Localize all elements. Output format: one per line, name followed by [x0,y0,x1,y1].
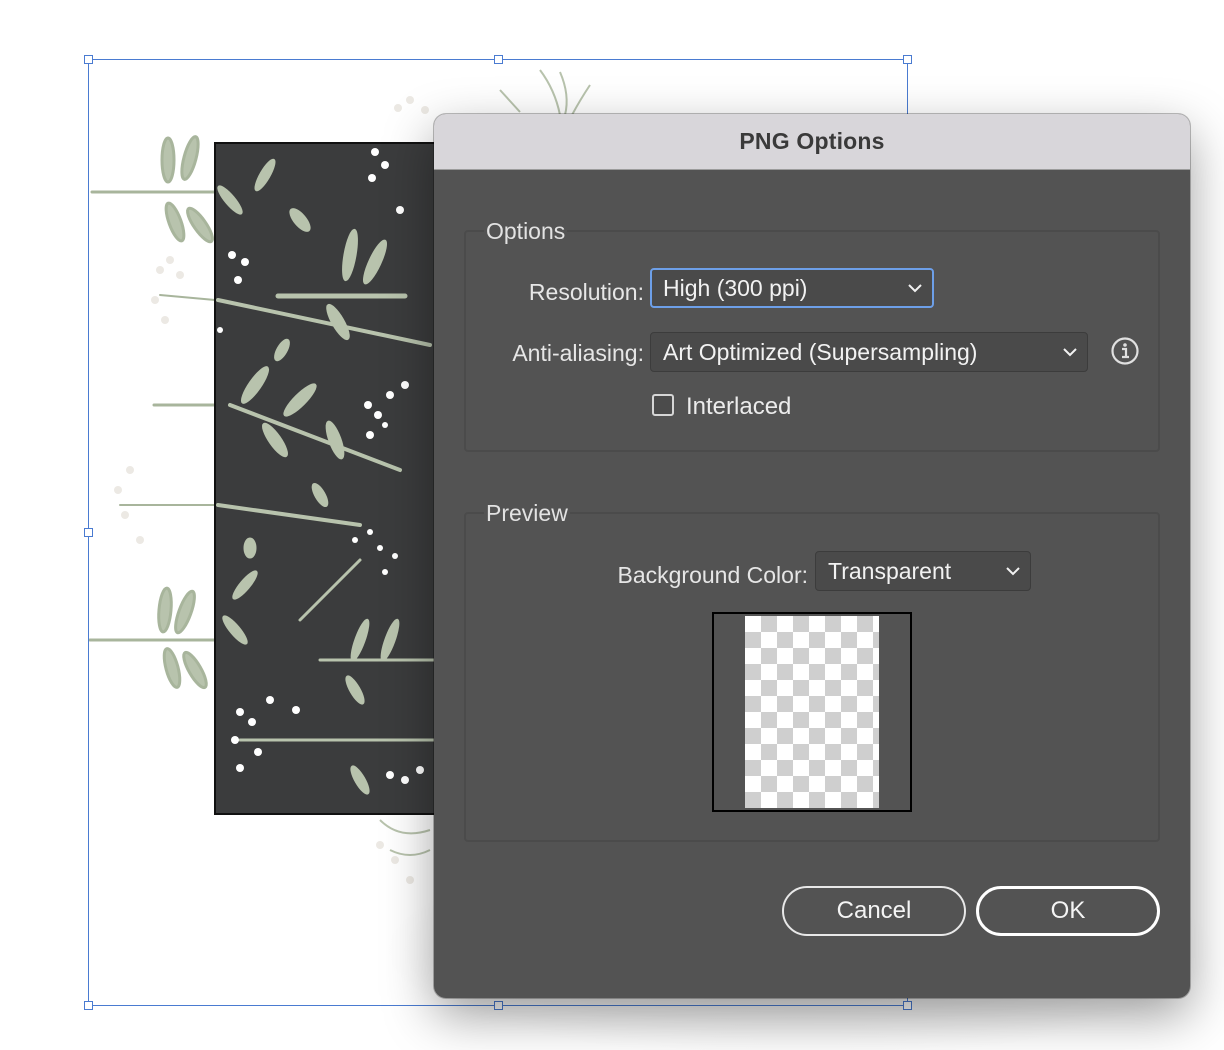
background-color-select[interactable]: Transparent [815,551,1031,591]
resolution-label: Resolution: [528,279,644,305]
dialog-titlebar[interactable]: PNG Options [434,114,1190,170]
chevron-down-icon [996,566,1030,576]
resolution-value: High (300 ppi) [663,274,808,301]
background-color-label: Background Color: [617,562,809,588]
selection-handle-bottom-left[interactable] [84,1001,93,1010]
info-icon[interactable] [1110,336,1140,366]
selection-handle-top-right[interactable] [903,55,912,64]
cancel-button[interactable]: Cancel [782,886,966,936]
png-options-dialog: PNG Options Options Resolution: High (30… [434,114,1190,998]
selection-handle-top-left[interactable] [84,55,93,64]
chevron-down-icon [898,283,932,293]
chevron-down-icon [1053,347,1087,357]
outer-leaf-cluster [88,135,217,690]
selection-handle-bottom-center[interactable] [494,1001,503,1010]
selection-handle-middle-left[interactable] [84,528,93,537]
selection-handle-bottom-right[interactable] [903,1001,912,1010]
resolution-select[interactable]: High (300 ppi) [650,268,934,308]
transparency-checkerboard [745,616,879,808]
anti-aliasing-select[interactable]: Art Optimized (Supersampling) [650,332,1088,372]
interlaced-checkbox[interactable] [652,394,674,416]
ok-button[interactable]: OK [976,886,1160,936]
options-legend: Options [484,218,568,245]
anti-aliasing-label: Anti-aliasing: [512,340,644,366]
preview-legend: Preview [484,500,570,527]
anti-aliasing-value: Art Optimized (Supersampling) [663,338,978,365]
dialog-title: PNG Options [739,128,885,154]
transparency-preview [712,612,912,812]
interlaced-label[interactable]: Interlaced [686,393,791,421]
background-color-value: Transparent [828,557,952,584]
selection-handle-top-center[interactable] [494,55,503,64]
